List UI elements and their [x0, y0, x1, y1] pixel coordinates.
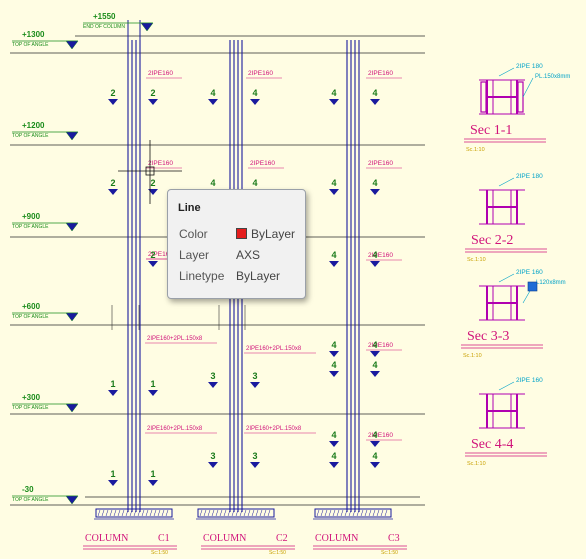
tooltip-color-value: ByLayer	[236, 227, 295, 241]
section-mark-number: 4	[252, 88, 257, 98]
level-value: +900	[22, 212, 41, 221]
column-title-name: COLUMN	[315, 533, 358, 544]
member-label: 2IPE160	[368, 70, 393, 77]
level-caption: TOP OF ANGLE	[12, 405, 49, 411]
section-mark-number: 4	[210, 88, 215, 98]
member-label-plate: 2IPE160+2PL.150x8	[246, 426, 302, 432]
level-value: +1300	[22, 30, 45, 39]
level-caption: TOP OF ANGLE	[12, 224, 49, 230]
section-mark-number: 2	[150, 250, 155, 260]
section-mark-number: 1	[150, 469, 155, 479]
level-value: +600	[22, 302, 41, 311]
member-label: 2IPE160	[250, 160, 275, 167]
section-scale: Sc.1:10	[463, 353, 482, 359]
selected-grip-icon	[527, 281, 538, 292]
section-mark-number: 4	[252, 178, 257, 188]
level-value: +300	[22, 393, 41, 402]
section-title: Sec 1-1	[470, 123, 512, 138]
level-caption: TOP OF ANGLE	[12, 314, 49, 320]
member-label: 2IPE160	[148, 160, 173, 167]
section-label: PL.150x8mm	[535, 74, 570, 80]
member-label: 2IPE160	[368, 160, 393, 167]
tooltip-linetype-label: Linetype	[179, 269, 225, 283]
section-mark-number: 2	[150, 178, 155, 188]
member-label-plate: 2IPE160+2PL.150x8	[147, 426, 203, 432]
properties-tooltip: Line Color ByLayer Layer AXS Linetype By…	[167, 189, 306, 299]
section-mark-number: 4	[331, 250, 336, 260]
section-mark-number: 4	[372, 360, 377, 370]
column-title-scale: Sc:1:50	[269, 550, 286, 556]
member-label: 2IPE160	[248, 70, 273, 77]
section-scale: Sc.1:10	[467, 257, 486, 263]
section-mark-number: 4	[331, 430, 336, 440]
section-mark-number: 4	[372, 451, 377, 461]
section-label: L120x8mm	[536, 280, 566, 286]
section-mark-number: 4	[372, 250, 377, 260]
member-label: 2IPE160	[148, 70, 173, 77]
column-title-id: C3	[388, 533, 400, 544]
section-label: 2IPE 160	[516, 377, 543, 384]
section-mark-number: 3	[252, 371, 257, 381]
section-scale: Sc.1:10	[467, 461, 486, 467]
section-mark-number: 2	[110, 88, 115, 98]
color-swatch-icon	[236, 228, 247, 239]
level-caption: TOP OF ANGLE	[12, 497, 49, 503]
section-mark-number: 1	[110, 379, 115, 389]
section-mark-number: 4	[210, 178, 215, 188]
section-mark-number: 3	[210, 451, 215, 461]
section-mark-number: 1	[110, 469, 115, 479]
section-mark-number: 4	[331, 88, 336, 98]
level-value: -30	[22, 485, 34, 494]
section-mark-number: 4	[331, 340, 336, 350]
column-title-name: COLUMN	[85, 533, 128, 544]
section-mark-number: 4	[372, 430, 377, 440]
section-scale: Sc.1:10	[466, 147, 485, 153]
section-title: Sec 4-4	[471, 437, 513, 452]
tooltip-color-label: Color	[179, 227, 208, 241]
level-value: +1550	[93, 12, 116, 21]
section-mark-number: 4	[331, 178, 336, 188]
level-caption: TOP OF ANGLE	[12, 42, 49, 48]
section-mark-number: 4	[331, 451, 336, 461]
section-mark-number: 1	[150, 379, 155, 389]
section-mark-number: 4	[372, 88, 377, 98]
column-title-name: COLUMN	[203, 533, 246, 544]
level-caption: TOP OF ANGLE	[12, 133, 49, 139]
section-mark-number: 2	[150, 88, 155, 98]
tooltip-color-text: ByLayer	[251, 227, 296, 241]
tooltip-layer-label: Layer	[179, 248, 210, 262]
section-title: Sec 3-3	[467, 329, 509, 344]
column-title-scale: Sc:1:50	[381, 550, 398, 556]
member-label-plate: 2IPE160+2PL.150x8	[246, 346, 302, 352]
tooltip-linetype-value: ByLayer	[236, 269, 281, 283]
section-mark-number: 4	[331, 360, 336, 370]
section-mark-number: 3	[252, 451, 257, 461]
level-caption: END OF COLUMN	[83, 24, 125, 30]
section-label: 2IPE 180	[516, 63, 543, 70]
member-label-plate: 2IPE160+2PL.150x8	[147, 336, 203, 342]
tooltip-title: Line	[178, 202, 201, 214]
section-mark-number: 4	[372, 178, 377, 188]
section-mark-number: 3	[210, 371, 215, 381]
column-title-id: C1	[158, 533, 170, 544]
column-title-id: C2	[276, 533, 288, 544]
column-title-scale: Sc:1:50	[151, 550, 168, 556]
level-value: +1200	[22, 121, 45, 130]
section-mark-number: 4	[372, 340, 377, 350]
tooltip-layer-value: AXS	[236, 248, 261, 262]
section-mark-number: 2	[110, 178, 115, 188]
section-label: 2IPE 180	[516, 173, 543, 180]
section-label: 2IPE 160	[516, 269, 543, 276]
section-title: Sec 2-2	[471, 233, 513, 248]
